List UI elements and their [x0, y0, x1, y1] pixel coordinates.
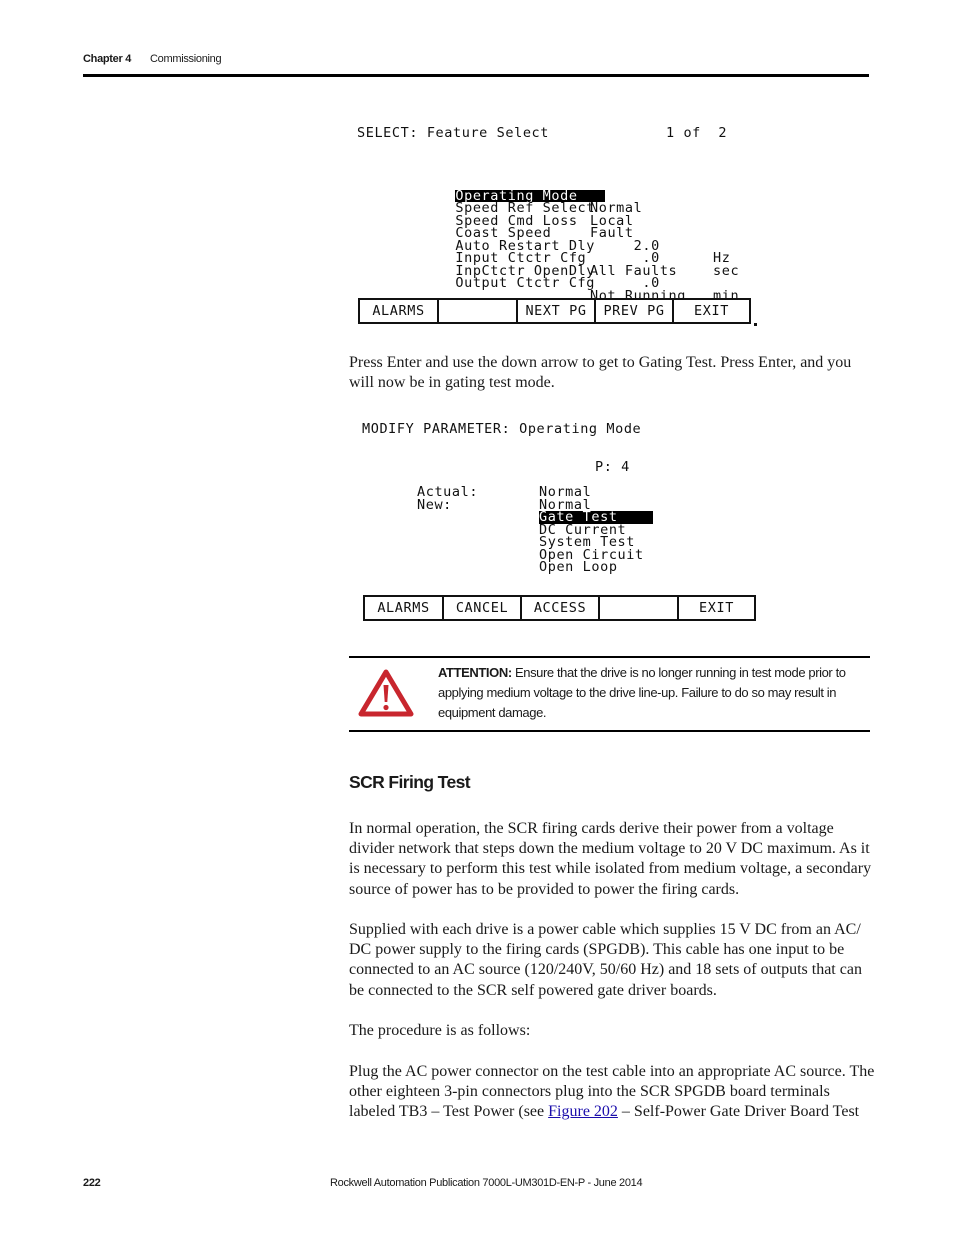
publication-info: Rockwell Automation Publication 7000L-UM… — [330, 1177, 643, 1189]
feature-row[interactable]: Input Ctctr Cfg All Faults — [403, 240, 676, 277]
screen1-title: SELECT: Feature Select — [357, 125, 550, 141]
cancel-softkey[interactable]: CANCEL — [444, 597, 522, 619]
feature-row[interactable]: Speed Ref Select Local — [403, 190, 633, 227]
alarms-softkey[interactable]: ALARMS — [365, 597, 444, 619]
attention-bottom-rule — [349, 730, 870, 732]
section-heading: SCR Firing Test — [349, 772, 471, 792]
feature-row[interactable]: InpCtctr OpenDly .0 min — [403, 252, 738, 302]
section-label: Commissioning — [150, 53, 222, 65]
feature-row[interactable]: Auto Restart Dly .0 sec — [403, 227, 738, 277]
prev-page-softkey[interactable]: PREV PG — [596, 300, 674, 322]
feature-row[interactable]: Output Ctctr Cfg Not Running — [403, 265, 685, 302]
screen2-title: MODIFY PARAMETER: Operating Mode — [362, 421, 642, 437]
figure-202-link[interactable]: Figure 202 — [548, 1103, 618, 1120]
exit-softkey[interactable]: EXIT — [679, 597, 754, 619]
period-dot — [754, 323, 757, 326]
alarms-softkey[interactable]: ALARMS — [360, 300, 439, 322]
header-rule — [83, 74, 869, 77]
blank-softkey[interactable] — [439, 300, 518, 322]
mode-option[interactable]: Open Loop — [539, 559, 653, 575]
press-enter-paragraph: Press Enter and use the down arrow to ge… — [349, 354, 852, 392]
access-softkey[interactable]: ACCESS — [522, 597, 600, 619]
attention-top-rule — [349, 656, 870, 658]
blank-softkey[interactable] — [600, 597, 679, 619]
page-number: 222 — [83, 1177, 101, 1189]
parameter-number: P: 4 — [595, 459, 630, 475]
attention-label: ATTENTION: — [438, 665, 512, 680]
next-page-softkey[interactable]: NEXT PG — [518, 300, 596, 322]
paragraph-text: – Self-Power Gate Driver Board Test — [617, 1103, 860, 1121]
feature-row[interactable]: Speed Cmd Loss Fault — [403, 202, 633, 240]
feature-row[interactable]: Coast Speed 2.0 Hz — [403, 215, 729, 264]
attention-text: ATTENTION: Ensure that the drive is no l… — [438, 663, 858, 723]
exit-softkey[interactable]: EXIT — [674, 300, 749, 322]
screen1-softkey-bar: ALARMS NEXT PG PREV PG EXIT — [358, 298, 751, 324]
body-paragraph-4: Plug the AC power connector on the test … — [349, 1062, 879, 1123]
warning-triangle-icon — [358, 668, 414, 718]
feature-unit: sec — [713, 262, 740, 279]
screen1-page-indicator: 1 of 2 — [666, 125, 728, 141]
screen2-softkey-bar: ALARMS CANCEL ACCESS EXIT — [363, 595, 756, 621]
mode-options-list: Gate Test DC Current System Test Open Ci… — [539, 511, 653, 574]
body-paragraph-2: Supplied with each drive is a power cabl… — [349, 921, 862, 999]
chapter-label: Chapter 4 — [83, 53, 132, 65]
new-label: New: — [417, 496, 452, 513]
feature-row[interactable]: Operating Mode Normal — [403, 177, 642, 214]
body-paragraph-3: The procedure is as follows: — [349, 1022, 531, 1039]
feature-list: Operating Mode Normal Speed Ref Select L… — [403, 177, 739, 302]
body-paragraph-1: In normal operation, the SCR firing card… — [349, 820, 872, 898]
mode-option-label: Open Loop — [539, 559, 618, 575]
feature-label: Output Ctctr Cfg — [455, 275, 596, 291]
